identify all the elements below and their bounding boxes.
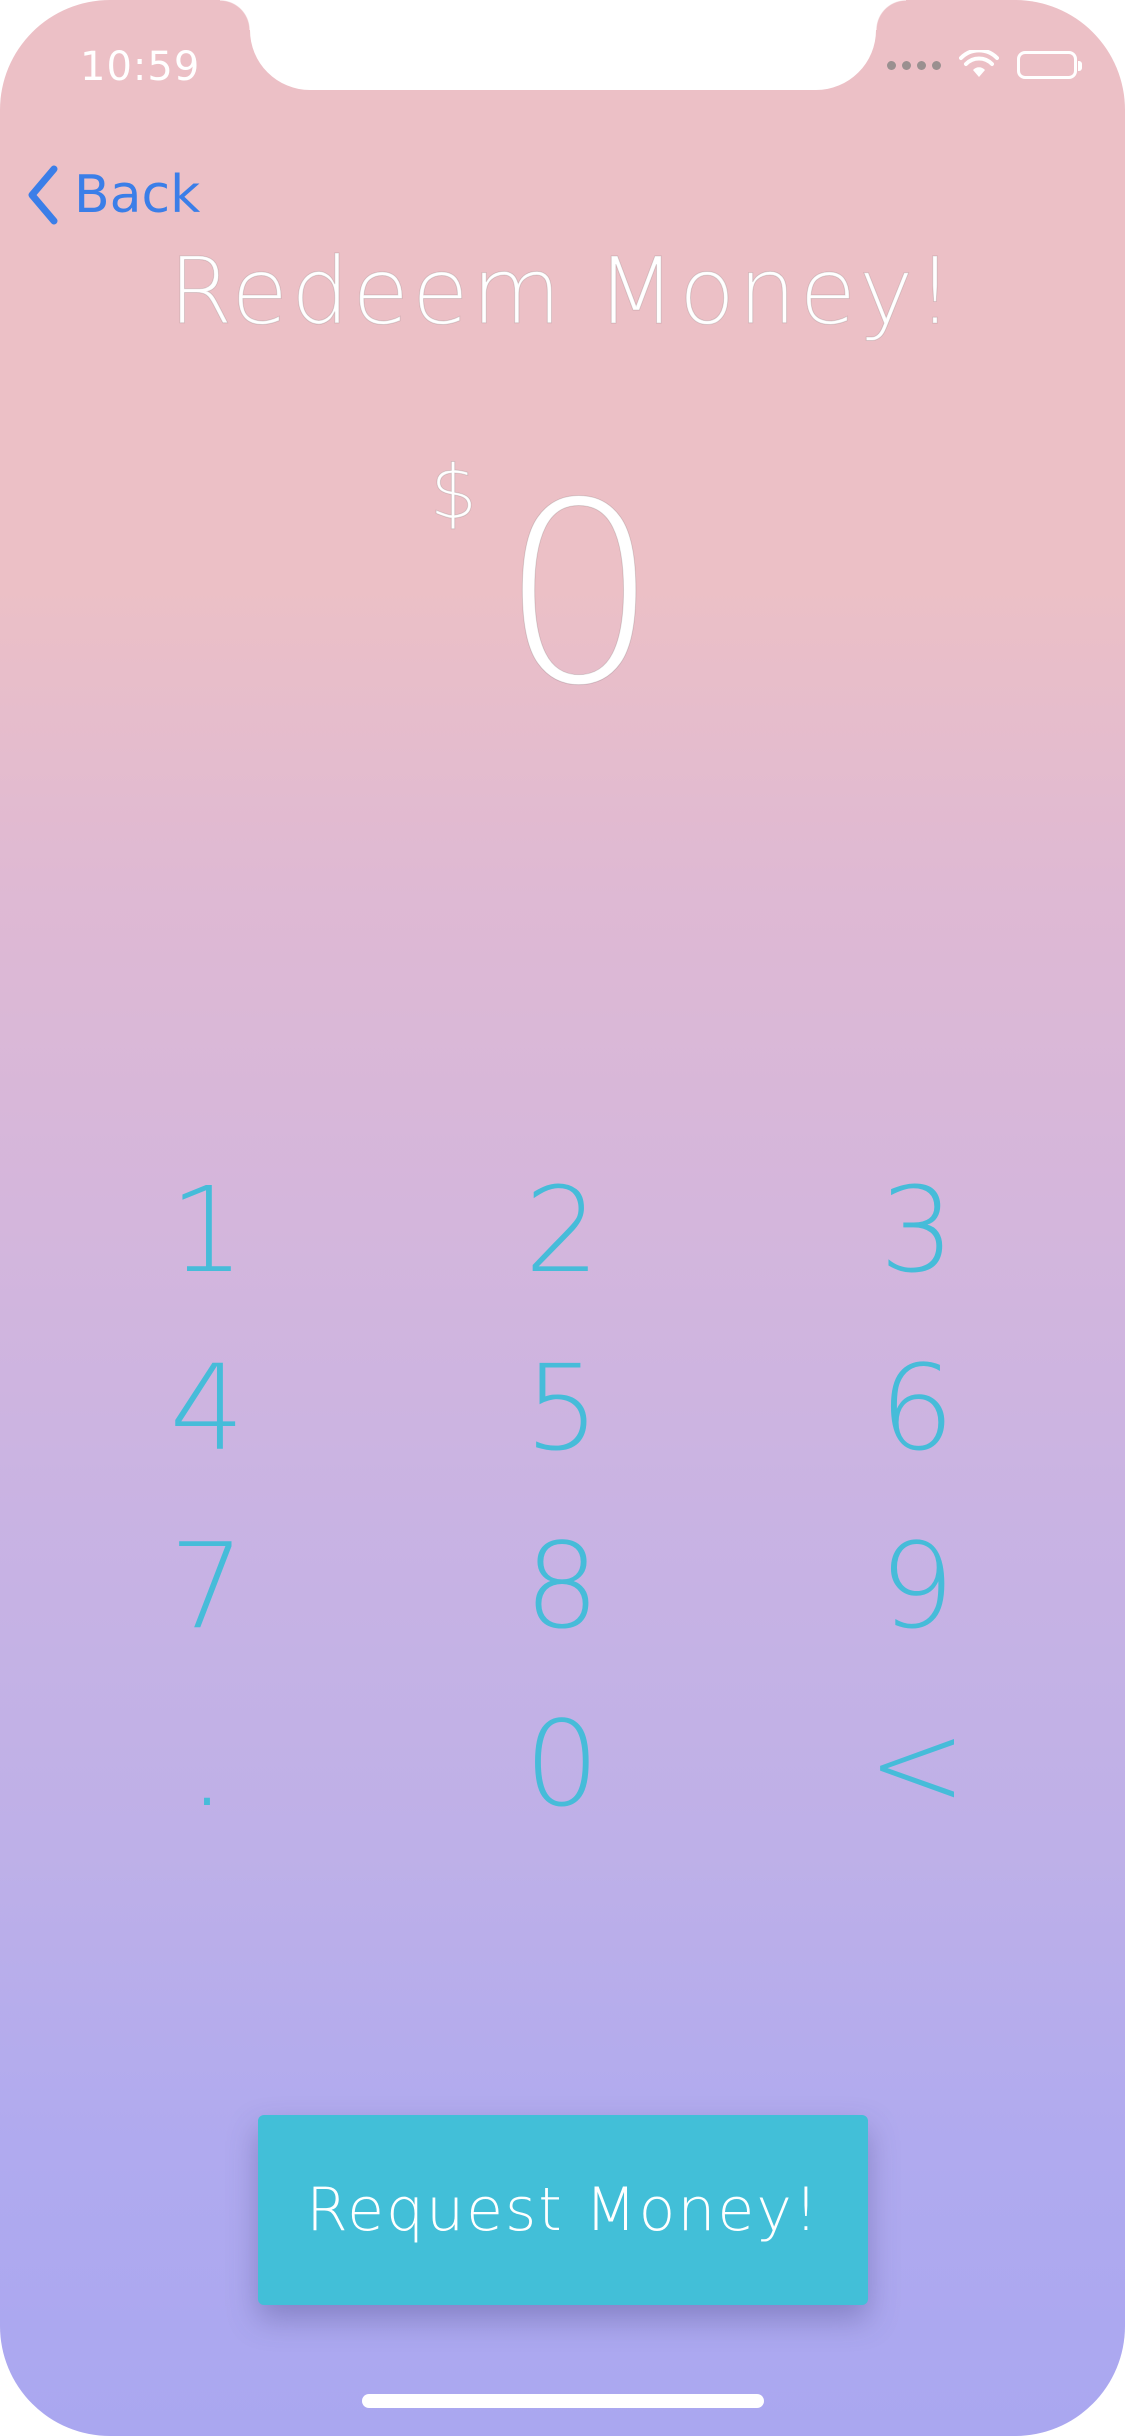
amount-display: 0 bbox=[499, 449, 660, 740]
key-6[interactable]: 6 bbox=[817, 1328, 1017, 1488]
home-indicator[interactable] bbox=[362, 2394, 764, 2408]
key-backspace[interactable]: < bbox=[817, 1684, 1017, 1844]
key-3[interactable]: 3 bbox=[817, 1150, 1017, 1310]
key-4[interactable]: 4 bbox=[107, 1328, 307, 1488]
signal-icon bbox=[887, 60, 941, 70]
battery-icon bbox=[1017, 51, 1082, 79]
key-7[interactable]: 7 bbox=[107, 1506, 307, 1666]
key-decimal[interactable]: . bbox=[107, 1684, 307, 1844]
key-9[interactable]: 9 bbox=[817, 1506, 1017, 1666]
chevron-left-icon bbox=[28, 165, 58, 225]
key-2[interactable]: 2 bbox=[462, 1150, 662, 1310]
key-8[interactable]: 8 bbox=[462, 1506, 662, 1666]
key-5[interactable]: 5 bbox=[462, 1328, 662, 1488]
key-0[interactable]: 0 bbox=[462, 1684, 662, 1844]
app-screen: 10:59 Back Redeem Money! $ 0 1 2 3 4 5 6… bbox=[0, 0, 1125, 2436]
wifi-icon bbox=[959, 50, 999, 77]
currency-symbol: $ bbox=[429, 450, 478, 537]
back-label: Back bbox=[74, 165, 201, 225]
request-money-button[interactable]: Request Money! bbox=[258, 2115, 868, 2305]
status-icons bbox=[887, 50, 1082, 80]
page-title: Redeem Money! bbox=[168, 238, 957, 346]
key-1[interactable]: 1 bbox=[107, 1150, 307, 1310]
status-time: 10:59 bbox=[80, 44, 201, 90]
device-notch bbox=[220, 0, 906, 90]
back-button[interactable]: Back bbox=[26, 165, 200, 225]
